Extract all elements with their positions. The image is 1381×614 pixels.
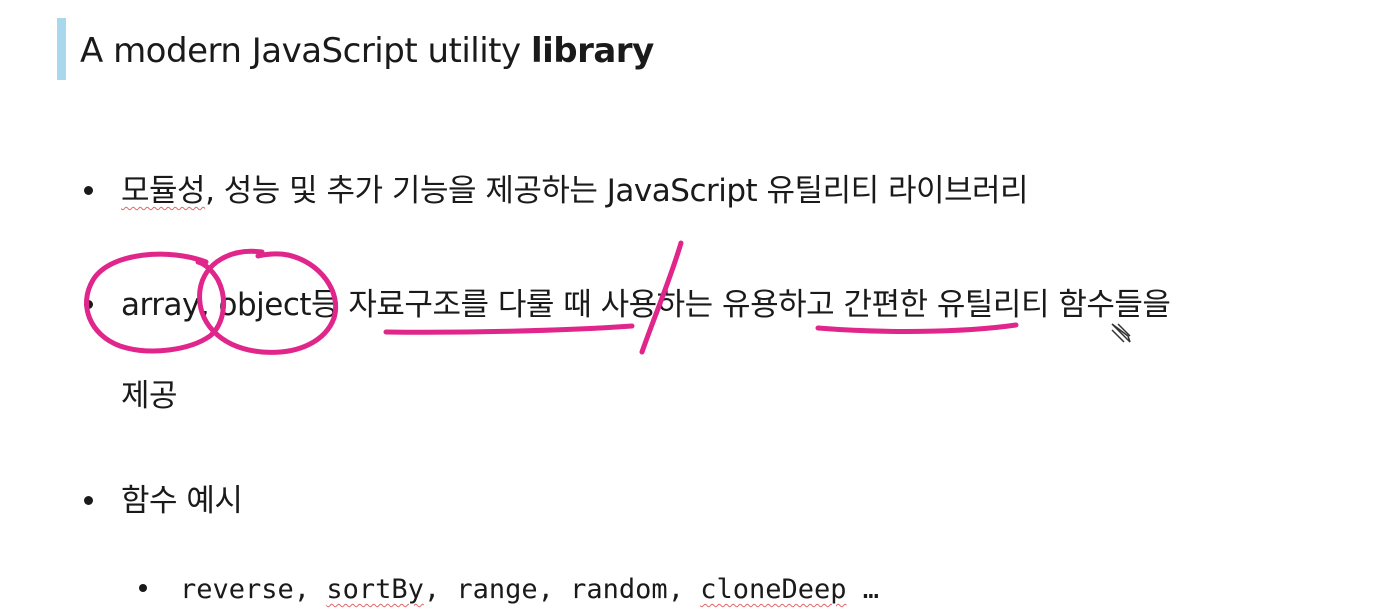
bullet-1-text: 모듈성, 성능 및 추가 기능을 제공하는 JavaScript 유틸리티 라이…: [121, 170, 1029, 212]
heading-bold-text: library: [530, 31, 654, 71]
code-after: …: [846, 574, 880, 605]
bullet-2-line-2: 제공: [121, 378, 178, 414]
pen-cursor-icon: [1111, 323, 1131, 343]
code-before: reverse,: [180, 574, 327, 605]
bullet-2-line-1: array, object등 자료구조를 다룰 때 사용하는 유용하고 간편한 …: [121, 287, 1171, 323]
bullet-dot-3: [84, 496, 93, 505]
heading-text: A modern JavaScript utility: [80, 31, 531, 71]
sub-bullet-dot: [139, 584, 147, 592]
heading-accent-bar: [57, 18, 66, 80]
code-clonedeep: cloneDeep: [700, 574, 847, 605]
bullet-dot-1: [84, 186, 93, 195]
function-examples: reverse, sortBy, range, random, cloneDee…: [180, 572, 879, 608]
code-sortby: sortBy: [326, 574, 424, 605]
underline-data-structure: [383, 323, 635, 335]
bullet-1-prefix: 모듈성: [121, 173, 206, 209]
bullet-dot-2: [84, 300, 93, 309]
bullet-3-text: 함수 예시: [121, 483, 243, 519]
bullet-1-rest: , 성능 및 추가 기능을 제공하는 JavaScript 유틸리티 라이브러리: [205, 173, 1029, 209]
code-middle: , range, random,: [423, 574, 701, 605]
slide-heading: A modern JavaScript utility library: [80, 28, 654, 74]
